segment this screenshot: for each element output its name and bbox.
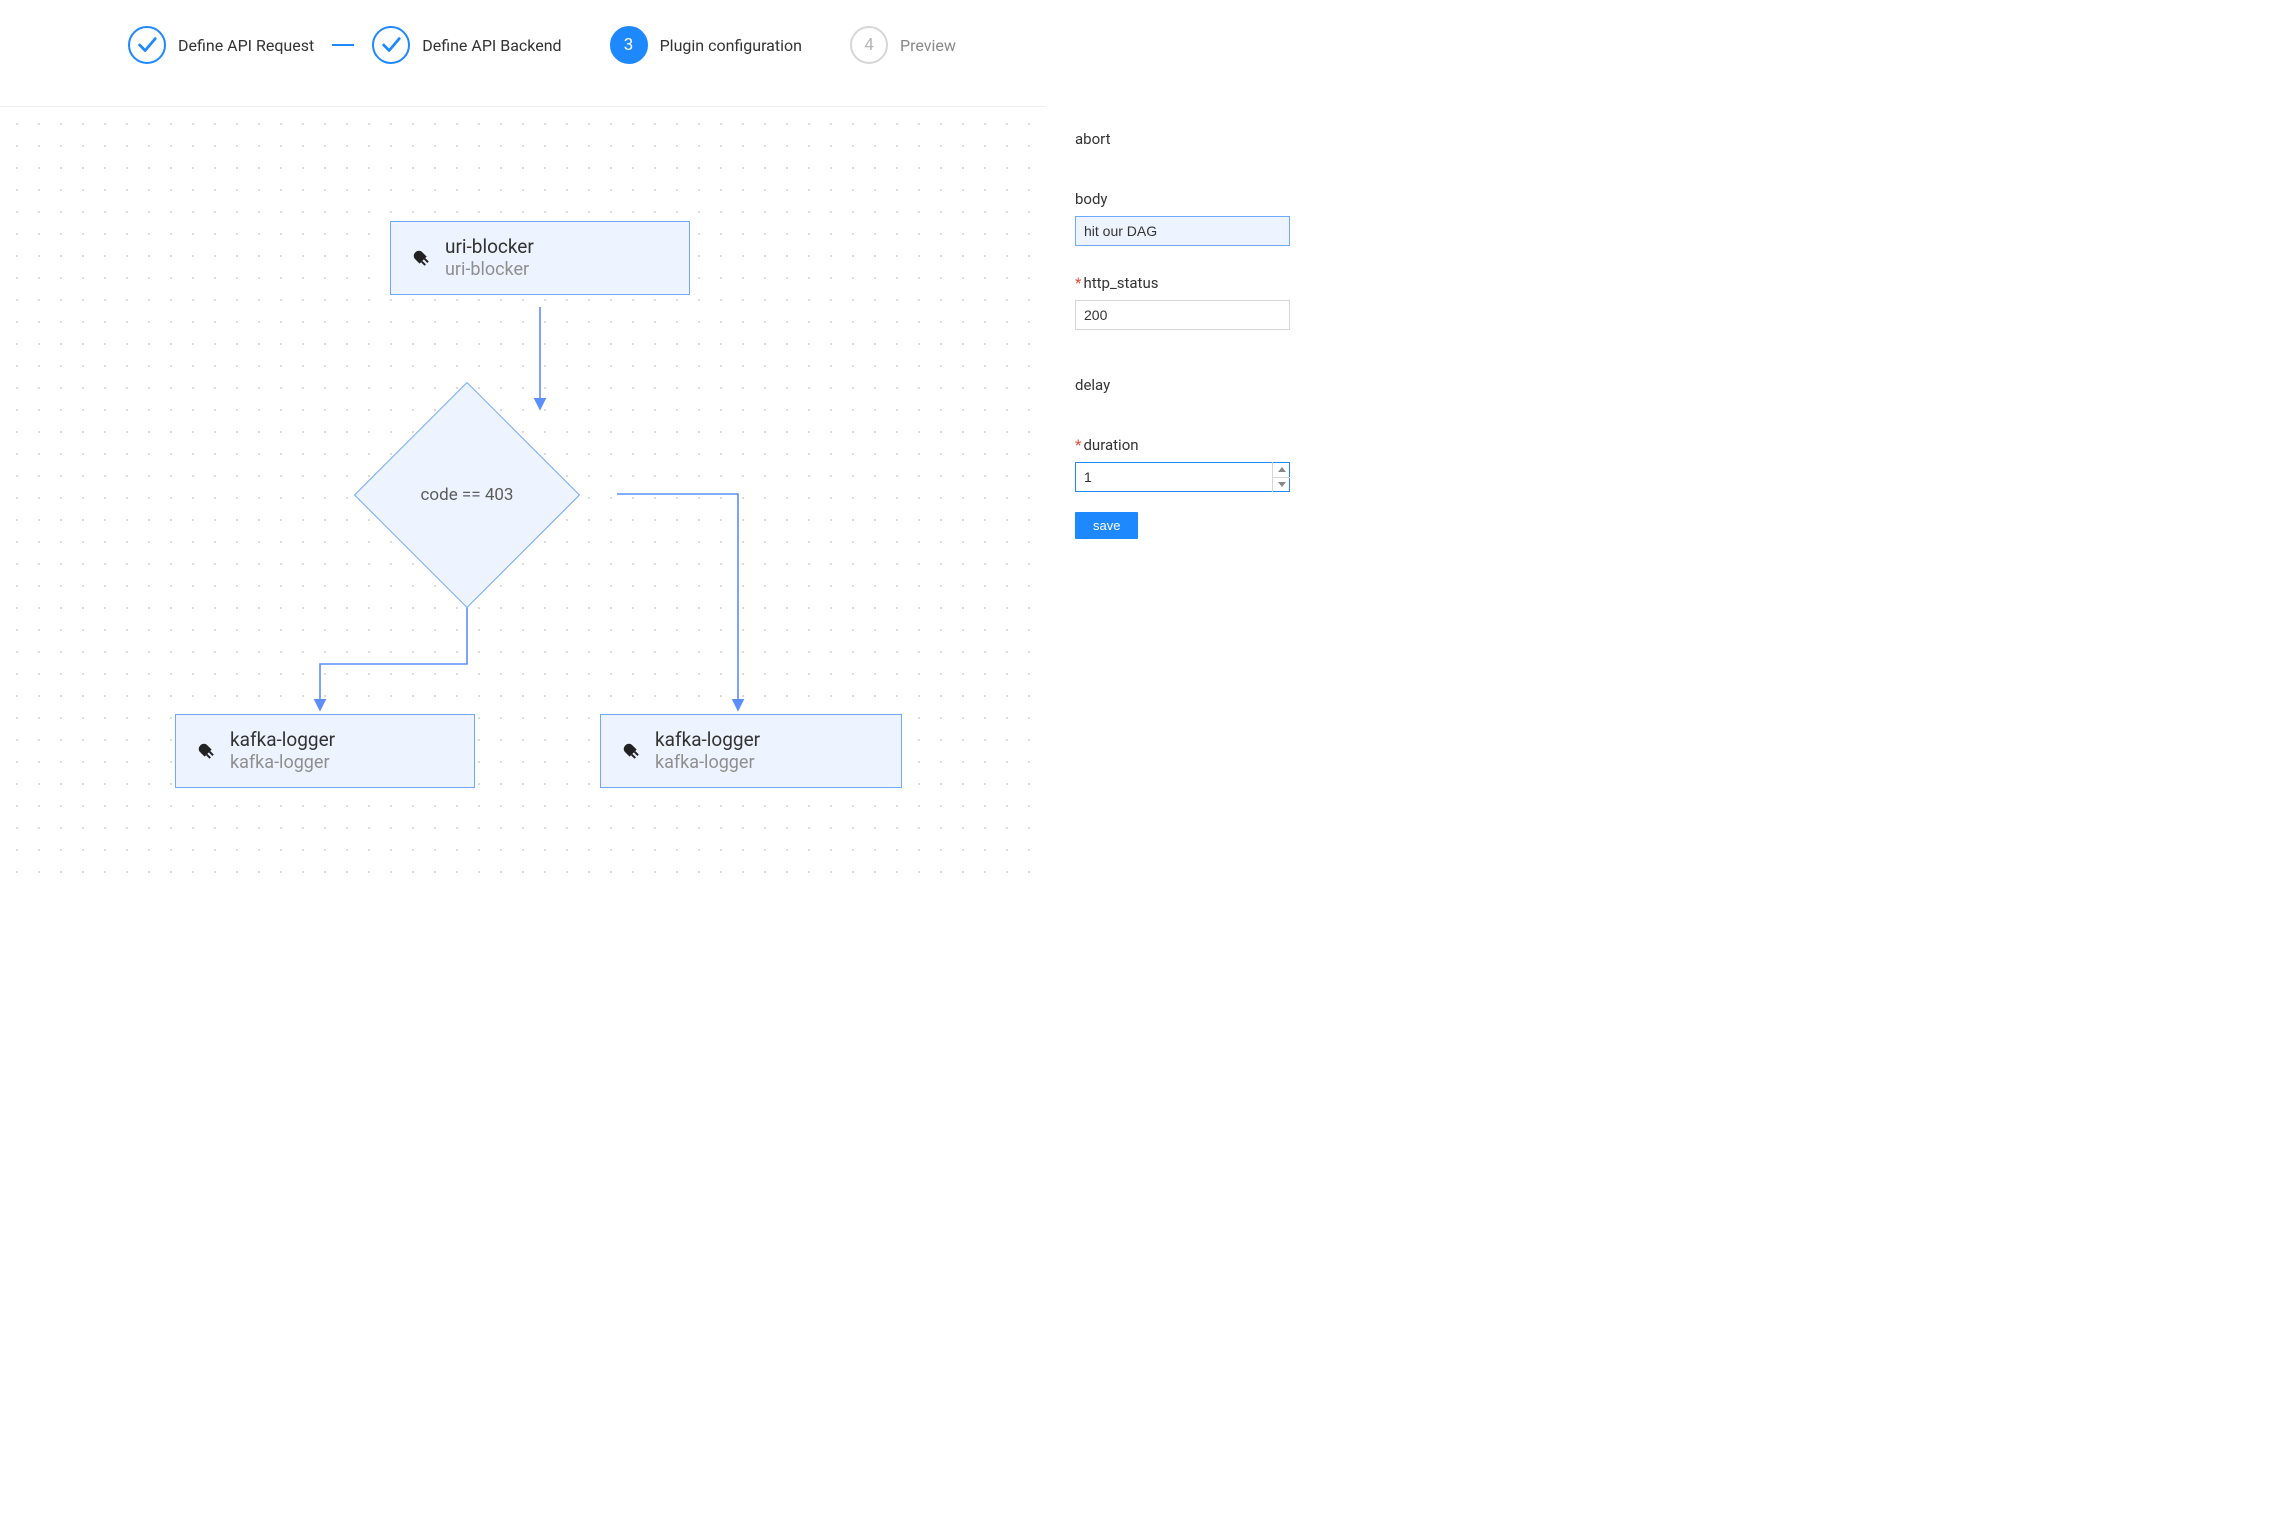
body-input[interactable] xyxy=(1075,216,1290,246)
step-connector xyxy=(332,44,354,46)
step-label: Plugin configuration xyxy=(660,36,802,55)
plugin-orchestration-canvas[interactable]: uri-blocker uri-blocker code == 403 kafk… xyxy=(0,106,1045,886)
step-up-button[interactable] xyxy=(1273,462,1290,478)
plugin-icon xyxy=(409,246,433,270)
node-title: kafka-logger xyxy=(655,729,760,752)
node-subtitle: kafka-logger xyxy=(655,752,760,774)
node-title: uri-blocker xyxy=(445,236,534,259)
node-title: kafka-logger xyxy=(230,729,335,752)
plugin-config-form: abort body *http_status delay *duration … xyxy=(1075,130,1365,539)
check-icon xyxy=(128,26,166,64)
step-down-button[interactable] xyxy=(1273,478,1290,493)
label-duration: *duration xyxy=(1075,436,1365,454)
node-condition[interactable]: code == 403 xyxy=(387,415,547,575)
node-subtitle: kafka-logger xyxy=(230,752,335,774)
step-label: Preview xyxy=(900,36,956,55)
duration-input[interactable] xyxy=(1075,462,1290,492)
label-http-status: *http_status xyxy=(1075,274,1365,292)
plugin-icon xyxy=(619,739,643,763)
number-stepper xyxy=(1272,462,1290,492)
node-subtitle: uri-blocker xyxy=(445,259,534,281)
step-define-api-request[interactable]: Define API Request xyxy=(128,26,314,64)
check-icon xyxy=(372,26,410,64)
node-kafka-logger-left[interactable]: kafka-logger kafka-logger xyxy=(175,714,475,788)
step-number: 4 xyxy=(850,26,888,64)
step-label: Define API Backend xyxy=(422,36,561,55)
step-label: Define API Request xyxy=(178,36,314,55)
section-abort: abort xyxy=(1075,130,1365,148)
step-preview[interactable]: 4 Preview xyxy=(850,26,956,64)
condition-label: code == 403 xyxy=(421,485,514,505)
node-uri-blocker[interactable]: uri-blocker uri-blocker xyxy=(390,221,690,295)
plugin-icon xyxy=(194,739,218,763)
step-number: 3 xyxy=(610,26,648,64)
section-delay: delay xyxy=(1075,376,1365,394)
save-button[interactable]: save xyxy=(1075,512,1138,539)
wizard-stepper: Define API Request Define API Backend 3 … xyxy=(0,0,1512,90)
node-kafka-logger-right[interactable]: kafka-logger kafka-logger xyxy=(600,714,902,788)
http-status-input[interactable] xyxy=(1075,300,1290,330)
label-body: body xyxy=(1075,190,1365,208)
step-define-api-backend[interactable]: Define API Backend xyxy=(372,26,561,64)
step-plugin-configuration[interactable]: 3 Plugin configuration xyxy=(610,26,802,64)
